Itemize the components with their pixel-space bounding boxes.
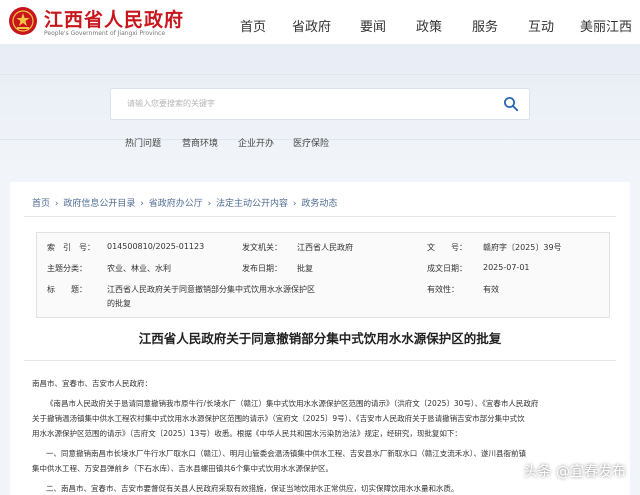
quick-link-business-environment[interactable]: 营商环境: [182, 136, 218, 149]
title-label: 标 题：: [47, 285, 87, 294]
document-metadata: 索 引 号： 014500810/2025-01123 发文机关： 江西省人民政…: [36, 232, 610, 318]
issuer-value: 江西省人民政府: [297, 243, 353, 252]
nav-news[interactable]: 要闻: [360, 16, 386, 35]
date-label: 发布日期：: [242, 264, 282, 273]
quick-link-hot-questions[interactable]: 热门问题: [125, 136, 161, 149]
index-label: 索 引 号：: [47, 243, 95, 252]
made-value: 2025-07-01: [483, 263, 530, 272]
paragraph-2-line-2: 集中供水工程、万安县弹前乡（下石水库）、吉水县螺田镇共6个集中式饮用水水源保护区…: [32, 464, 334, 473]
breadcrumb-home[interactable]: 首页: [32, 199, 50, 209]
divider: [24, 360, 616, 361]
site-title[interactable]: 江西省人民政府: [44, 5, 184, 32]
document-title: 江西省人民政府关于同意撤销部分集中式饮用水水源保护区的批复: [138, 331, 502, 346]
divider: [24, 216, 616, 217]
search-input[interactable]: 请输入您要搜索的关键字: [127, 98, 215, 109]
site-subtitle: People's Government of Jiangxi Province: [44, 30, 166, 37]
made-label: 成文日期：: [427, 264, 467, 273]
article-panel: 首页 › 政府信息公开目录 › 省政府办公厅 › 法定主动公开内容 › 政务动态…: [10, 182, 630, 495]
breadcrumb-statutory-content[interactable]: 法定主动公开内容: [216, 199, 288, 209]
nav-interaction[interactable]: 互动: [528, 16, 554, 35]
search-box[interactable]: 请输入您要搜索的关键字: [110, 88, 530, 120]
title-value-line2: 的批复: [107, 299, 131, 308]
topic-value: 农业、林业、水利: [107, 264, 171, 273]
quick-link-medical-insurance[interactable]: 医疗保险: [293, 136, 329, 149]
watermark: 头条 @宜春发布: [523, 464, 626, 480]
national-emblem-icon: [9, 7, 37, 35]
recipients: 南昌市、宜春市、吉安市人民政府：: [32, 379, 152, 388]
paragraph-1-line-3: 用水水源保护区范围的请示》（吉府文〔2025〕13号）收悉。根据《中华人民共和国…: [32, 429, 462, 438]
site-header: 江西省人民政府 People's Government of Jiangxi P…: [0, 0, 640, 44]
breadcrumb-info-catalog[interactable]: 政府信息公开目录: [63, 199, 135, 209]
breadcrumb-general-office[interactable]: 省政府办公厅: [149, 199, 203, 209]
paragraph-2-line-1: 一、同意撤销南昌市长堎水厂牛行水厂取水口（赣江）、明月山管委会温汤镇集中供水工程…: [46, 449, 526, 458]
nav-policy[interactable]: 政策: [416, 16, 442, 35]
date-value: 批复: [297, 264, 313, 273]
index-value: 014500810/2025-01123: [107, 242, 205, 251]
quick-link-company-setup[interactable]: 企业开办: [238, 136, 274, 149]
breadcrumb: 首页 › 政府信息公开目录 › 省政府办公厅 › 法定主动公开内容 › 政务动态: [32, 199, 338, 209]
title-value-line1: 江西省人民政府关于同意撤销部分集中式饮用水水源保护区: [107, 285, 315, 294]
topic-label: 主题分类：: [47, 264, 87, 273]
docno-label: 文 号：: [427, 243, 467, 252]
paragraph-3-line-1: 二、南昌市、宜春市、吉安市要督促有关县人民政府采取有效措施，保证当地饮用水正常供…: [46, 484, 459, 493]
breadcrumb-government-affairs[interactable]: 政务动态: [301, 199, 337, 209]
validity-value: 有效: [483, 285, 499, 294]
nav-beautiful-jiangxi[interactable]: 美丽江西: [580, 16, 632, 35]
nav-provincial-government[interactable]: 省政府: [292, 16, 331, 35]
nav-service[interactable]: 服务: [472, 16, 498, 35]
nav-home[interactable]: 首页: [240, 16, 266, 35]
search-icon[interactable]: [503, 96, 519, 112]
issuer-label: 发文机关：: [242, 243, 282, 252]
docno-value: 赣府字〔2025〕39号: [483, 243, 562, 252]
paragraph-1-line-2: 关于撤销温汤镇集中供水工程农村集中式饮用水水源保护区范围的请示》（宜府文〔202…: [32, 414, 525, 423]
validity-label: 有效性：: [427, 285, 459, 294]
paragraph-1-line-1: 《南昌市人民政府关于恳请同意撤销我市原牛行/长堎水厂（赣江）集中式饮用水水源保护…: [46, 399, 539, 408]
